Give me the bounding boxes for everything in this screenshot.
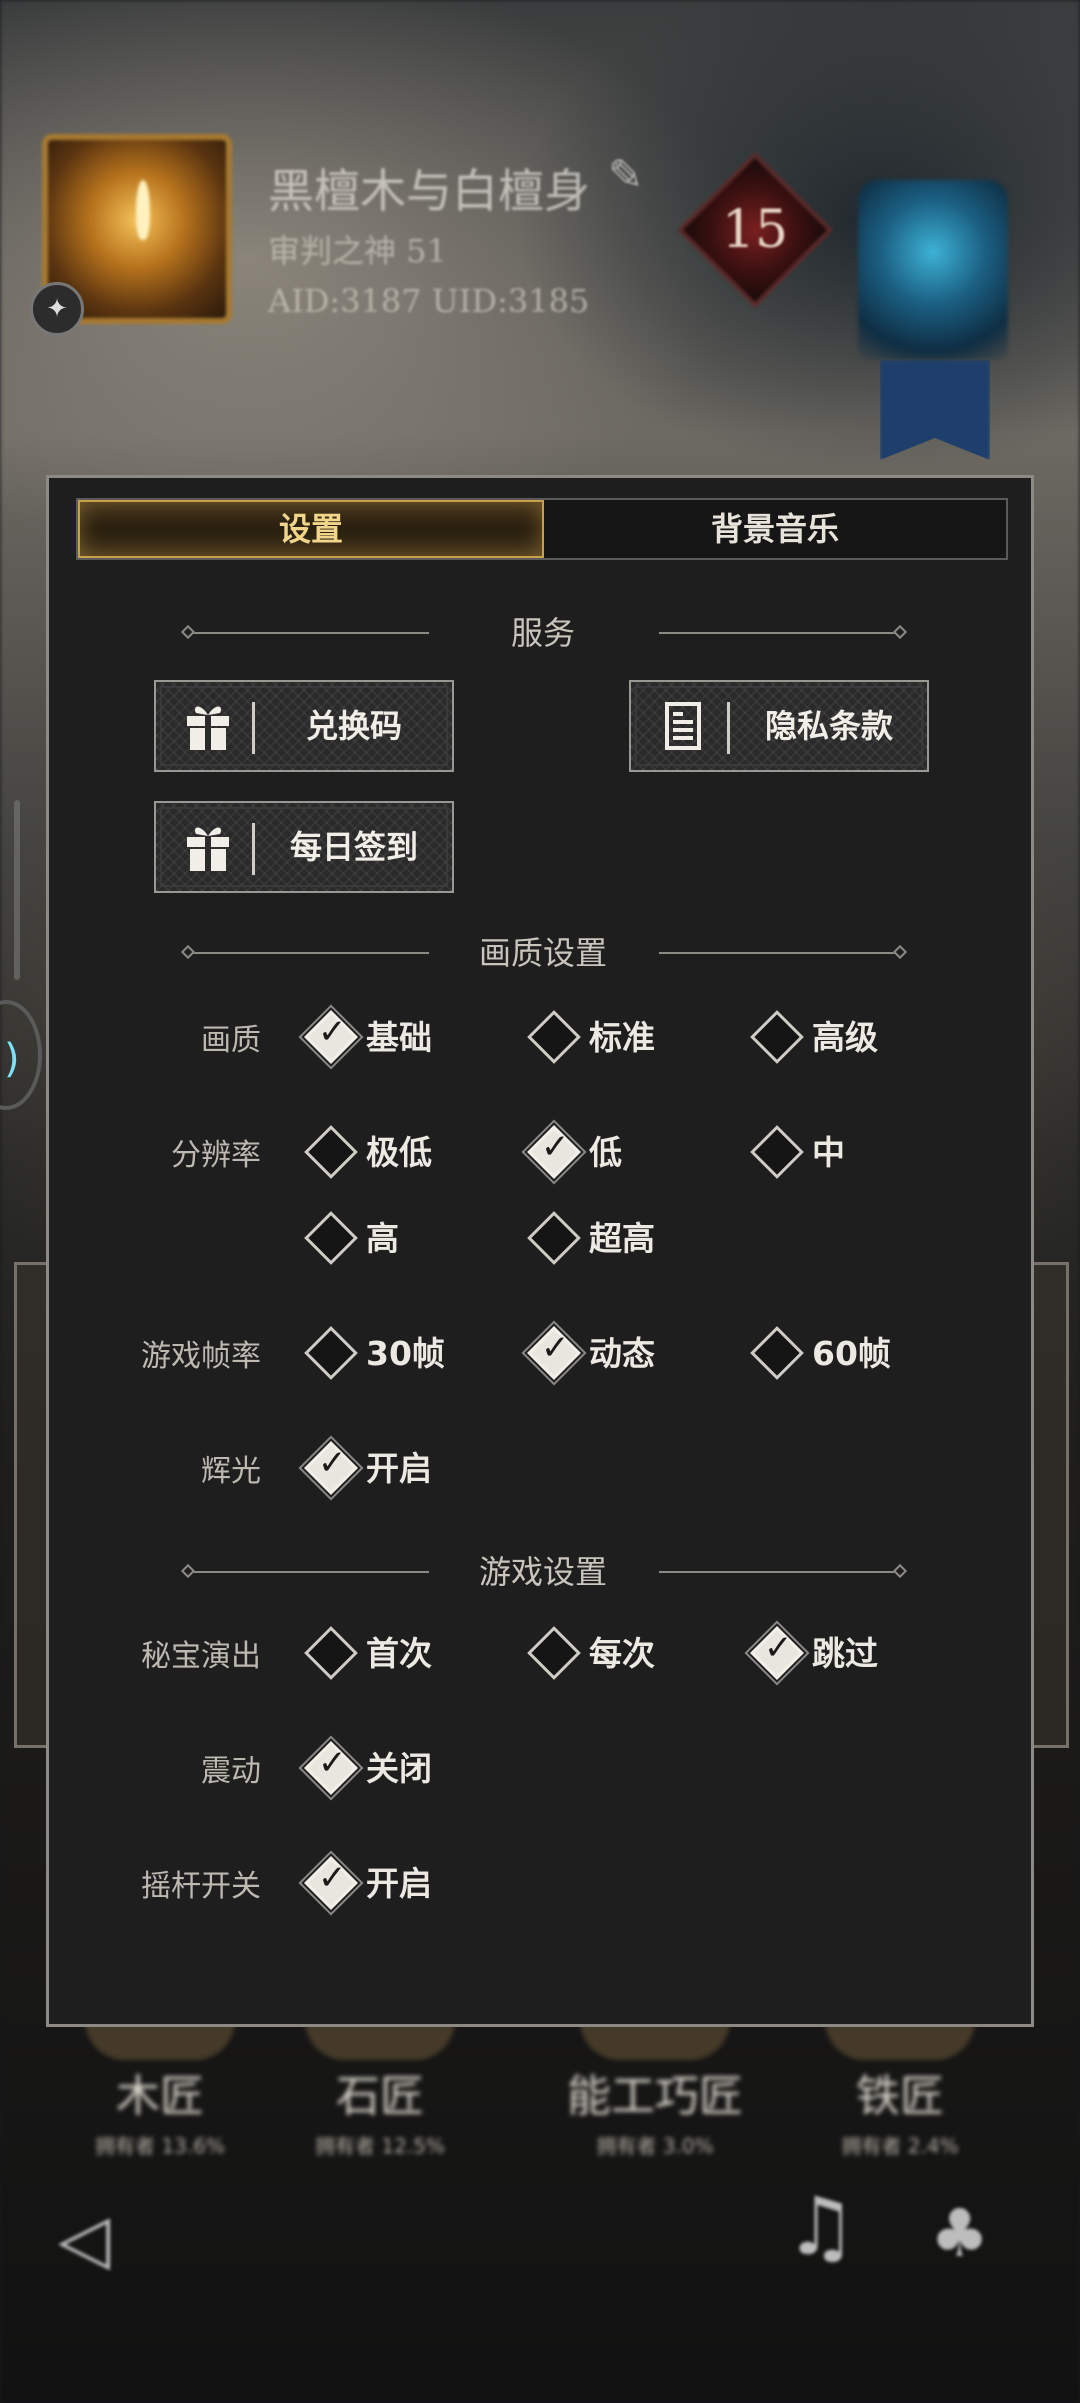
- player-ids: AID:3187 UID:3185: [268, 282, 590, 320]
- option-label: 关闭: [366, 1749, 432, 1788]
- footer-item-name: 能工巧匠: [567, 2071, 743, 2122]
- radio-diamond: [304, 1125, 358, 1179]
- radio-diamond: [304, 1326, 358, 1380]
- button-divider: [727, 702, 730, 754]
- radio-diamond: [750, 1010, 804, 1064]
- joystick-label: 摇杆开关: [141, 1869, 261, 1904]
- background-footer: 木匠 拥有者 13.6% 石匠 拥有者 12.5% 能工巧匠 拥有者 3.0% …: [0, 2020, 1080, 2170]
- back-arrow-icon[interactable]: ◁: [58, 2200, 110, 2279]
- player-title: 审判之神 51: [268, 232, 447, 270]
- check-icon: ✓: [318, 1858, 347, 1898]
- section-divider: [659, 632, 899, 634]
- option-label: 低: [589, 1133, 622, 1172]
- redeem-code-button[interactable]: 兑换码: [154, 680, 454, 772]
- candle-icon: [136, 180, 150, 240]
- vibration-label: 震动: [201, 1754, 261, 1789]
- footer-item-sub: 拥有者 13.6%: [95, 2134, 225, 2158]
- option-label: 开启: [366, 1449, 432, 1488]
- glow-label: 辉光: [201, 1454, 261, 1489]
- radio-diamond: [304, 1211, 358, 1265]
- footer-item-sub: 拥有者 3.0%: [596, 2134, 714, 2158]
- music-icon[interactable]: ♫: [785, 2180, 857, 2273]
- option-label: 中: [812, 1133, 845, 1172]
- option-label: 30帧: [366, 1334, 445, 1373]
- tab-background-music[interactable]: 背景音乐: [544, 500, 1006, 558]
- treasure-show-label: 秘宝演出: [141, 1639, 261, 1674]
- check-icon: ✓: [541, 1127, 570, 1167]
- fps-label: 游戏帧率: [141, 1339, 261, 1374]
- check-icon: ✓: [541, 1328, 570, 1368]
- section-header-graphics: 画质设置: [49, 933, 1037, 973]
- option-label: 首次: [366, 1634, 432, 1673]
- check-icon: ✓: [318, 1743, 347, 1783]
- daily-checkin-button[interactable]: 每日签到: [154, 801, 454, 893]
- radio-diamond: [750, 1326, 804, 1380]
- check-icon: ✓: [318, 1443, 347, 1483]
- option-label: 开启: [366, 1864, 432, 1903]
- settings-dialog: 设置 背景音乐 服务 兑换码 隐私条款 每日签到 画质设置 画质 ✓ 基础 标准…: [46, 475, 1034, 2027]
- option-label: 跳过: [812, 1634, 878, 1673]
- radio-diamond: [527, 1010, 581, 1064]
- check-icon: ✓: [764, 1628, 793, 1668]
- button-divider: [252, 702, 255, 754]
- button-divider: [252, 823, 255, 875]
- radio-diamond: [304, 1626, 358, 1680]
- option-label: 每次: [589, 1634, 655, 1673]
- footer-item-name: 木匠: [116, 2071, 204, 2122]
- document-icon: [665, 702, 701, 750]
- footer-item-name: 铁匠: [856, 2071, 944, 2122]
- option-label: 60帧: [812, 1334, 891, 1373]
- footer-item: 铁匠 拥有者 2.4%: [800, 2020, 1000, 2159]
- edit-icon[interactable]: ✎: [608, 150, 643, 199]
- player-name: 黑檀木与白檀身: [268, 164, 590, 218]
- player-header: ✦ 黑檀木与白檀身 ✎ 审判之神 51 AID:3187 UID:3185 15: [0, 0, 1080, 460]
- quality-label: 画质: [201, 1023, 261, 1058]
- section-header-game: 游戏设置: [49, 1552, 1037, 1592]
- option-label: 高: [366, 1219, 399, 1258]
- tab-bar: 设置 背景音乐: [76, 498, 1008, 560]
- guild-emblem-icon[interactable]: [858, 180, 1008, 360]
- section-header-service: 服务: [49, 613, 1037, 653]
- radio-diamond: [750, 1125, 804, 1179]
- footer-item: 能工巧匠 拥有者 3.0%: [555, 2020, 755, 2159]
- footer-item-name: 石匠: [336, 2071, 424, 2122]
- footer-item-sub: 拥有者 12.5%: [315, 2134, 445, 2158]
- option-label: 超高: [589, 1219, 655, 1258]
- avatar-frame-badge-icon: ✦: [30, 282, 84, 336]
- section-divider: [659, 952, 899, 954]
- gift-icon: [187, 827, 229, 871]
- radio-diamond: [527, 1626, 581, 1680]
- option-label: 标准: [589, 1018, 655, 1057]
- radio-diamond: [527, 1211, 581, 1265]
- section-divider: [659, 1571, 899, 1573]
- option-label: 动态: [589, 1334, 655, 1373]
- footer-item-sub: 拥有者 2.4%: [841, 2134, 959, 2158]
- privacy-policy-button[interactable]: 隐私条款: [629, 680, 929, 772]
- check-icon: ✓: [318, 1012, 347, 1052]
- privacy-policy-label: 隐私条款: [764, 707, 893, 745]
- edge-scroll-indicator: [14, 800, 20, 980]
- edge-dial-icon: ): [4, 1036, 20, 1082]
- tab-settings[interactable]: 设置: [78, 500, 544, 558]
- option-label: 极低: [366, 1133, 432, 1172]
- option-label: 高级: [812, 1018, 878, 1057]
- rank-number: 15: [721, 200, 789, 260]
- footer-item: 木匠 拥有者 13.6%: [60, 2020, 260, 2159]
- daily-checkin-label: 每日签到: [289, 828, 418, 866]
- gift-icon: [187, 706, 229, 750]
- redeem-code-label: 兑换码: [305, 707, 402, 745]
- footer-item: 石匠 拥有者 12.5%: [280, 2020, 480, 2159]
- option-label: 基础: [366, 1018, 432, 1057]
- guild-icon[interactable]: ♣: [930, 2195, 989, 2272]
- resolution-label: 分辨率: [171, 1138, 261, 1173]
